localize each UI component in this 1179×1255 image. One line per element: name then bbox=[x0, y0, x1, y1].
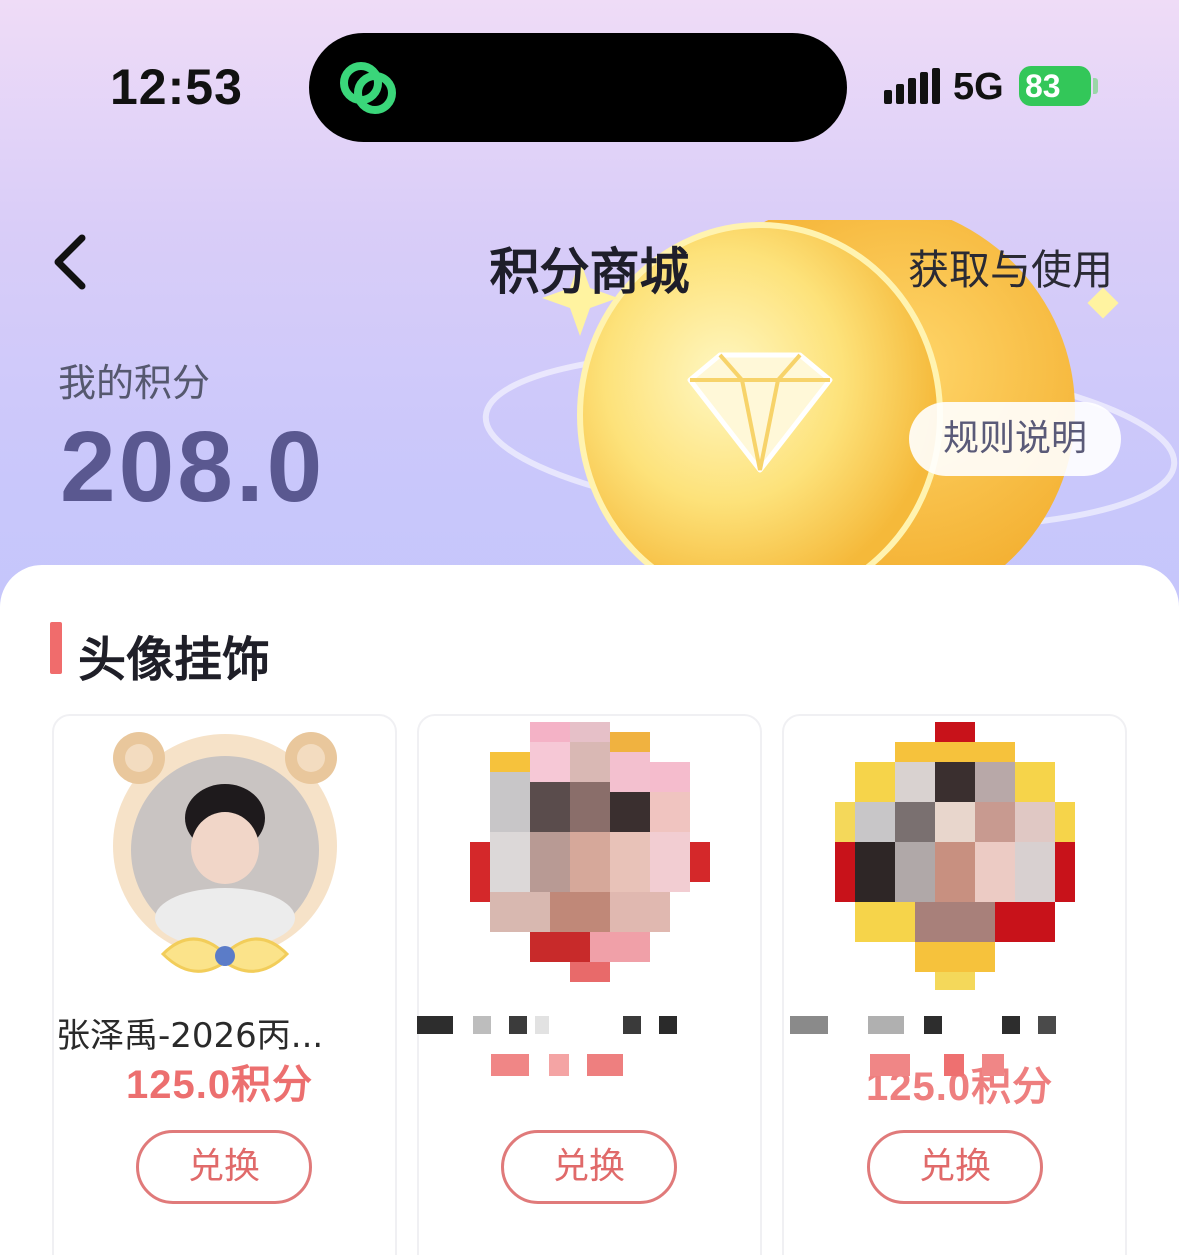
get-and-use-link[interactable]: 获取与使用 bbox=[908, 236, 1113, 296]
dynamic-island bbox=[309, 33, 847, 142]
item-name-redacted bbox=[790, 1016, 1060, 1036]
item-price: 125.0积分 bbox=[126, 1063, 314, 1107]
redeem-button[interactable]: 兑换 bbox=[867, 1130, 1043, 1204]
screen: 12:53 5G 83 积分商城 获取与使用 我的积分 208.0 规则说明 头… bbox=[0, 0, 1179, 1255]
redeem-button[interactable]: 兑换 bbox=[136, 1130, 312, 1204]
link-rings-icon bbox=[340, 62, 396, 114]
status-time: 12:53 bbox=[110, 59, 243, 115]
avatar-frame-pixelated bbox=[469, 722, 710, 982]
section-accent-bar bbox=[50, 622, 62, 674]
item-price-redacted bbox=[491, 1054, 691, 1094]
avatar-frame-pixelated bbox=[834, 722, 1075, 990]
item-price-overlay bbox=[870, 1054, 1050, 1076]
battery-tip bbox=[1093, 78, 1098, 94]
redeem-button[interactable]: 兑换 bbox=[501, 1130, 677, 1204]
avatar-frame-bear bbox=[112, 732, 337, 973]
points-balance: 208.0 bbox=[60, 411, 326, 523]
cellular-signal-icon bbox=[884, 68, 940, 104]
rules-button[interactable]: 规则说明 bbox=[909, 402, 1121, 476]
item-name-redacted bbox=[417, 1016, 687, 1036]
points-label: 我的积分 bbox=[58, 361, 211, 405]
battery-level: 83 bbox=[1025, 68, 1061, 104]
item-name: 张泽禹-2026丙... bbox=[56, 1016, 324, 1056]
battery-indicator: 83 bbox=[1019, 66, 1091, 106]
section-title: 头像挂饰 bbox=[78, 632, 271, 688]
network-type: 5G bbox=[953, 66, 1004, 108]
